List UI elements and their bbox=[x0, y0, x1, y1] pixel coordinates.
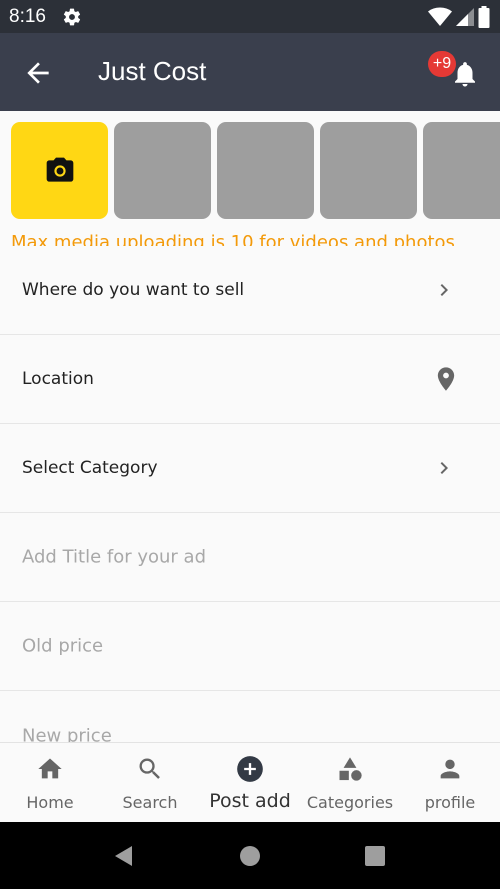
media-slot[interactable] bbox=[423, 122, 500, 219]
bottom-navigation: Home Search Post add Categories profile bbox=[0, 742, 500, 822]
media-slot[interactable] bbox=[320, 122, 417, 219]
location-pin-icon bbox=[437, 367, 455, 391]
person-icon bbox=[440, 759, 460, 779]
nav-home[interactable]: Home bbox=[0, 743, 100, 823]
location-row[interactable]: Location bbox=[0, 335, 500, 424]
cellular-signal-icon bbox=[456, 8, 474, 26]
system-home-icon[interactable] bbox=[238, 844, 262, 868]
battery-icon bbox=[478, 6, 490, 28]
plus-circle-icon bbox=[237, 756, 263, 782]
ad-title-placeholder: Add Title for your ad bbox=[22, 546, 206, 568]
chevron-right-icon bbox=[440, 462, 448, 474]
nav-home-label: Home bbox=[26, 793, 74, 812]
nav-profile[interactable]: profile bbox=[400, 743, 500, 823]
old-price-placeholder: Old price bbox=[22, 635, 104, 657]
nav-profile-label: profile bbox=[424, 793, 476, 812]
where-to-sell-row[interactable]: Where do you want to sell bbox=[0, 246, 500, 335]
nav-search-label: Search bbox=[122, 793, 178, 812]
status-icons bbox=[428, 6, 490, 28]
notification-count-badge: +9 bbox=[428, 51, 456, 77]
select-category-label: Select Category bbox=[22, 458, 158, 478]
ad-title-input[interactable]: Add Title for your ad bbox=[0, 513, 500, 602]
select-category-row[interactable]: Select Category bbox=[0, 424, 500, 513]
categories-icon bbox=[339, 757, 362, 781]
home-icon bbox=[38, 758, 62, 779]
wifi-icon bbox=[428, 7, 452, 26]
search-icon bbox=[139, 758, 160, 779]
settings-gear-icon bbox=[63, 8, 81, 26]
media-slot[interactable] bbox=[114, 122, 211, 219]
location-label: Location bbox=[22, 369, 94, 389]
media-slot[interactable] bbox=[217, 122, 314, 219]
notifications-button[interactable]: +9 bbox=[428, 51, 484, 97]
where-to-sell-label: Where do you want to sell bbox=[22, 280, 245, 300]
nav-categories[interactable]: Categories bbox=[300, 743, 400, 823]
old-price-input[interactable]: Old price bbox=[0, 602, 500, 691]
camera-icon bbox=[46, 157, 73, 182]
nav-post-add-label: Post add bbox=[209, 790, 291, 812]
chevron-right-icon bbox=[440, 284, 448, 296]
nav-post-add[interactable]: Post add bbox=[200, 743, 300, 823]
back-arrow-icon[interactable] bbox=[22, 57, 54, 89]
add-photo-button[interactable] bbox=[11, 122, 108, 219]
system-back-icon[interactable] bbox=[112, 844, 136, 868]
nav-search[interactable]: Search bbox=[100, 743, 200, 823]
status-time: 8:16 bbox=[9, 6, 46, 27]
system-recents-icon[interactable] bbox=[363, 844, 387, 868]
app-bar: Just Cost +9 bbox=[0, 33, 500, 111]
system-navigation-bar bbox=[0, 822, 500, 889]
nav-categories-label: Categories bbox=[306, 793, 394, 812]
media-upload-row bbox=[11, 122, 500, 220]
page-title: Just Cost bbox=[98, 56, 207, 86]
status-bar: 8:16 bbox=[0, 0, 500, 33]
